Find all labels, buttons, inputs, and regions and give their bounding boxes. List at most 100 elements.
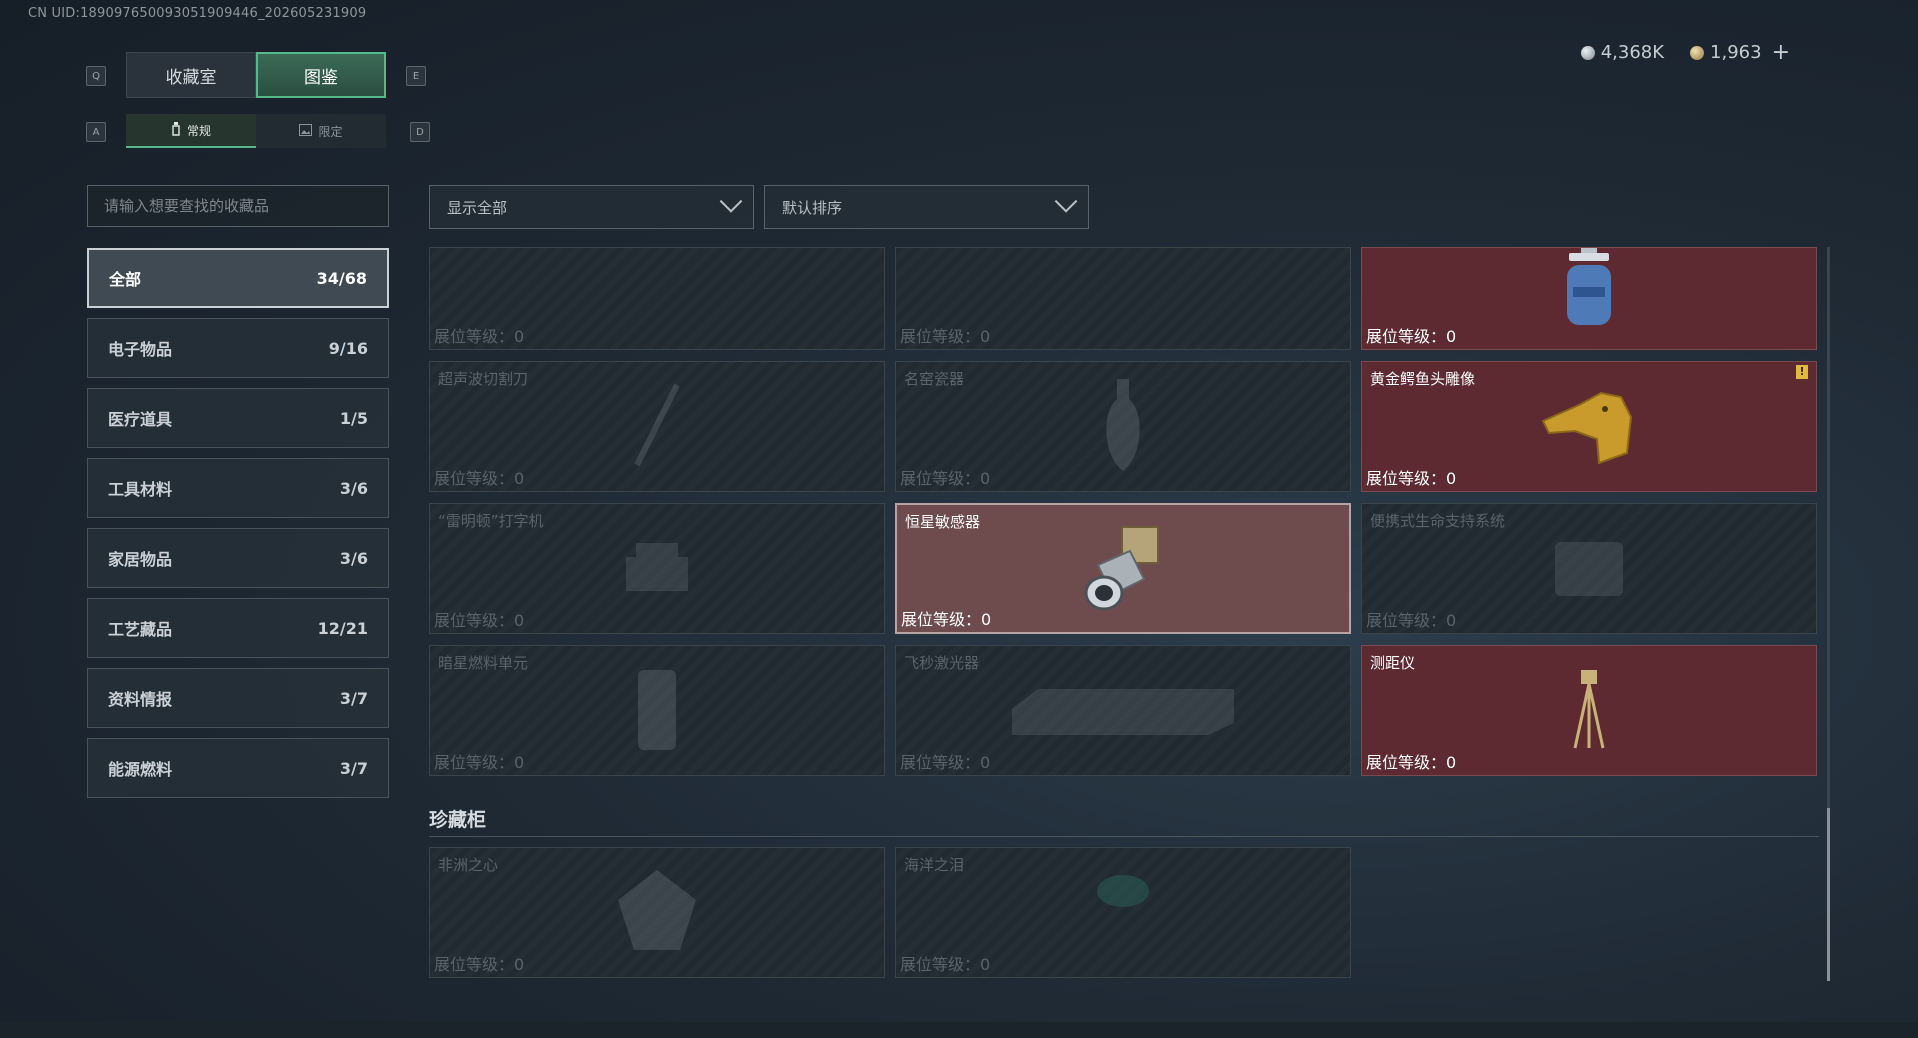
item-name: 超声波切割刀 <box>438 370 529 388</box>
sub-tabs: 常规 限定 <box>126 114 386 148</box>
item-name: 海洋之泪 <box>904 856 965 874</box>
category-label: 家居物品 <box>108 550 173 569</box>
laser-icon <box>1008 679 1238 743</box>
item-card[interactable]: 展位等级：0 <box>895 247 1351 350</box>
gold-currency: 1,963 + <box>1690 40 1790 65</box>
bottle-icon <box>171 121 181 139</box>
category-household[interactable]: 家居物品 3/6 <box>87 528 389 588</box>
key-hint-e: E <box>406 66 426 86</box>
silver-coin-icon <box>1580 45 1595 60</box>
item-name: “雷明顿”打字机 <box>438 512 544 530</box>
category-count: 34/68 <box>316 268 367 288</box>
category-count: 3/7 <box>339 688 368 708</box>
silver-currency: 4,368K <box>1580 42 1665 63</box>
currency-bar: 4,368K 1,963 + <box>1580 40 1790 65</box>
key-hint-a: A <box>86 122 106 142</box>
key-hint-q: Q <box>86 66 106 86</box>
category-count: 3/6 <box>339 548 368 568</box>
image-icon <box>299 123 313 139</box>
cutting-knife-icon <box>627 380 687 474</box>
item-name: 非洲之心 <box>438 856 499 874</box>
sort-dropdown[interactable]: 默认排序 <box>764 185 1089 229</box>
key-hint-d: D <box>410 122 430 142</box>
rangefinder-tripod-icon <box>1569 666 1609 756</box>
item-level: 展位等级：0 <box>900 955 991 974</box>
gold-amount: 1,963 <box>1710 42 1762 63</box>
uid-label: CN UID:18909765009305190944​6_2026052319… <box>28 6 367 21</box>
category-label: 电子物品 <box>108 340 173 359</box>
life-support-icon <box>1549 532 1629 606</box>
subtab-limited-label: 限定 <box>318 124 343 139</box>
gas-canister-icon <box>1559 248 1619 333</box>
tab-collection-room[interactable]: 收藏室 <box>126 52 256 98</box>
item-card[interactable]: 恒星敏感器 展位等级：0 <box>895 503 1351 634</box>
item-level: 展位等级：0 <box>434 611 525 630</box>
star-sensor-icon <box>1078 517 1168 621</box>
item-level: 展位等级：0 <box>434 753 525 772</box>
item-name: 黄金鳄鱼头雕像 <box>1370 370 1476 388</box>
main-tabs: 收藏室 图鉴 <box>126 52 386 98</box>
item-card[interactable]: 展位等级：0 <box>1361 247 1817 350</box>
category-list: 全部 34/68 电子物品 9/16 医疗道具 1/5 工具材料 3/6 家居物… <box>87 248 389 808</box>
item-level: 展位等级：0 <box>434 955 525 974</box>
category-medical[interactable]: 医疗道具 1/5 <box>87 388 389 448</box>
category-count: 12/21 <box>317 618 368 638</box>
category-label: 能源燃料 <box>108 760 173 779</box>
item-card[interactable]: 黄金鳄鱼头雕像 ! 展位等级：0 <box>1361 361 1817 492</box>
item-card[interactable]: 展位等级：0 <box>429 247 885 350</box>
item-name: 恒星敏感器 <box>905 513 981 531</box>
item-level: 展位等级：0 <box>434 469 525 488</box>
add-currency-button[interactable]: + <box>1772 40 1790 65</box>
show-filter-dropdown[interactable]: 显示全部 <box>429 185 754 229</box>
subtab-regular[interactable]: 常规 <box>126 114 256 148</box>
category-label: 工具材料 <box>108 480 173 499</box>
item-card[interactable]: 暗星燃料单元 展位等级：0 <box>429 645 885 776</box>
item-level: 展位等级：0 <box>900 469 991 488</box>
item-level: 展位等级：0 <box>1366 611 1457 630</box>
diamond-icon <box>612 866 702 960</box>
item-name: 暗星燃料单元 <box>438 654 529 672</box>
item-level: 展位等级：0 <box>900 327 991 346</box>
category-crafts[interactable]: 工艺藏品 12/21 <box>87 598 389 658</box>
category-count: 3/7 <box>339 758 368 778</box>
tab-catalog[interactable]: 图鉴 <box>256 52 386 98</box>
item-name: 便携式生命支持系统 <box>1370 512 1506 530</box>
porcelain-vase-icon <box>1100 377 1146 477</box>
show-filter-value: 显示全部 <box>447 198 508 217</box>
item-card[interactable]: 飞秒激光器 展位等级：0 <box>895 645 1351 776</box>
section-title: 珍藏柜 <box>429 809 487 831</box>
grid-scrollbar-thumb[interactable] <box>1827 808 1830 981</box>
chevron-down-icon <box>719 190 743 213</box>
item-level: 展位等级：0 <box>1366 327 1457 346</box>
cabinet-item-card[interactable]: 非洲之心 展位等级：0 <box>429 847 885 978</box>
item-level: 展位等级：0 <box>434 327 525 346</box>
category-count: 1/5 <box>339 408 368 428</box>
category-label: 资料情报 <box>108 690 173 709</box>
alert-badge-icon: ! <box>1796 365 1808 379</box>
item-card[interactable]: 测距仪 展位等级：0 <box>1361 645 1817 776</box>
item-card[interactable]: “雷明顿”打字机 展位等级：0 <box>429 503 885 634</box>
category-count: 3/6 <box>339 478 368 498</box>
search-input[interactable] <box>87 185 389 227</box>
gold-crocodile-statue-icon <box>1539 383 1639 471</box>
category-label: 全部 <box>109 270 142 289</box>
category-electronics[interactable]: 电子物品 9/16 <box>87 318 389 378</box>
category-intel[interactable]: 资料情报 3/7 <box>87 668 389 728</box>
item-name: 测距仪 <box>1370 654 1416 672</box>
subtab-limited[interactable]: 限定 <box>256 114 386 148</box>
teardrop-gem-icon <box>1093 871 1153 915</box>
chevron-down-icon <box>1054 190 1078 213</box>
item-name: 飞秒激光器 <box>904 654 980 672</box>
item-card[interactable]: 名窑瓷器 展位等级：0 <box>895 361 1351 492</box>
category-tools[interactable]: 工具材料 3/6 <box>87 458 389 518</box>
gold-coin-icon <box>1690 45 1705 60</box>
item-card[interactable]: 便携式生命支持系统 展位等级：0 <box>1361 503 1817 634</box>
category-label: 工艺藏品 <box>108 620 173 639</box>
silver-amount: 4,368K <box>1600 42 1665 63</box>
category-all[interactable]: 全部 34/68 <box>87 248 389 308</box>
category-energy[interactable]: 能源燃料 3/7 <box>87 738 389 798</box>
section-divider <box>429 836 1819 837</box>
item-card[interactable]: 超声波切割刀 展位等级：0 <box>429 361 885 492</box>
cabinet-item-card[interactable]: 海洋之泪 展位等级：0 <box>895 847 1351 978</box>
bottom-bar <box>0 1022 1918 1038</box>
